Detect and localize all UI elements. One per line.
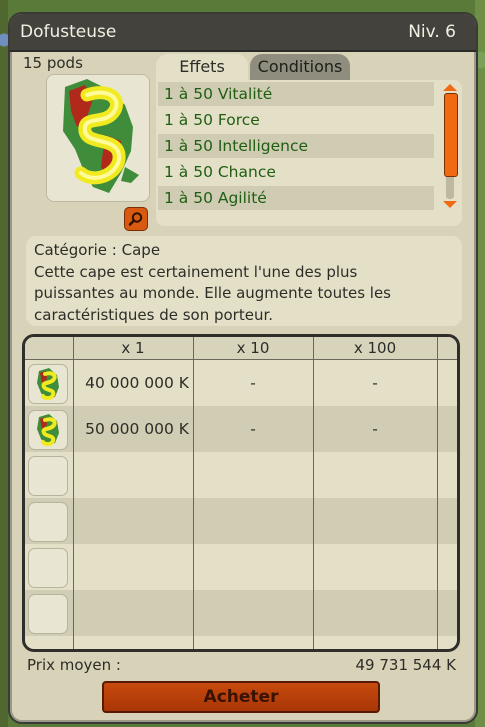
average-price-label: Prix moyen : [27, 656, 121, 674]
average-price-value: 49 731 544 K [355, 656, 457, 674]
item-purchase-window: Dofusteuse Niv. 6 15 pods Effets Conditi… [8, 12, 478, 724]
column-divider [437, 337, 438, 649]
table-row[interactable]: 40 000 000 K - - [25, 360, 457, 406]
empty-slot [28, 502, 68, 542]
table-row[interactable]: 50 000 000 K - - [25, 406, 457, 452]
header-x10: x 10 [236, 339, 270, 357]
header-x100: x 100 [353, 339, 397, 357]
empty-slot [28, 456, 68, 496]
item-category: Catégorie : Cape [34, 241, 161, 259]
price-table-header: x 1 x 10 x 100 [25, 337, 457, 360]
empty-slot [28, 594, 68, 634]
price-x10: - [250, 420, 256, 438]
header-x1: x 1 [121, 339, 145, 357]
effect-force: 1 à 50 Force [164, 111, 260, 129]
price-x1: 40 000 000 K [85, 374, 189, 392]
description-line: caractéristiques de son porteur. [34, 305, 274, 324]
zoom-button[interactable] [124, 207, 148, 231]
price-x100: - [372, 420, 378, 438]
dofusteuse-cape-icon [63, 79, 139, 193]
column-divider [193, 337, 194, 649]
empty-slot [28, 548, 68, 588]
table-row-empty [25, 544, 457, 590]
item-name: Dofusteuse [20, 22, 117, 42]
title-bar[interactable]: Dofusteuse Niv. 6 [10, 14, 476, 52]
scroll-up-icon[interactable] [443, 84, 457, 91]
effects-list: 1 à 50 Vitalité 1 à 50 Force 1 à 50 Inte… [156, 80, 462, 226]
item-level: Niv. 6 [408, 22, 456, 42]
row-item-icon [28, 410, 68, 450]
row-item-icon [28, 364, 68, 404]
item-weight: 15 pods [23, 54, 83, 72]
dofusteuse-cape-icon [37, 368, 59, 401]
tab-effets[interactable]: Effets [156, 54, 248, 80]
effect-agilite: 1 à 50 Agilité [158, 186, 434, 210]
table-row-empty [25, 498, 457, 544]
table-row-empty [25, 590, 457, 636]
buy-button[interactable]: Acheter [102, 681, 380, 713]
effects-scrollbar[interactable] [443, 84, 458, 208]
table-row-empty [25, 452, 457, 498]
price-x1: 50 000 000 K [85, 420, 189, 438]
column-divider [73, 337, 74, 649]
scroll-down-icon[interactable] [443, 201, 457, 208]
price-x100: - [372, 374, 378, 392]
magnifier-icon [128, 212, 143, 226]
effect-intelligence: 1 à 50 Intelligence [158, 134, 434, 158]
price-x10: - [250, 374, 256, 392]
item-description: Catégorie : Cape Cette cape est certaine… [26, 236, 462, 326]
column-divider [313, 337, 314, 649]
item-image-frame [46, 74, 150, 202]
description-line: Cette cape est certainement l'une des pl… [34, 262, 358, 281]
effect-chance: 1 à 50 Chance [164, 163, 276, 181]
price-table: x 1 x 10 x 100 40 000 000 K - - 50 000 0… [22, 334, 460, 652]
description-line: puissantes au monde. Elle augmente toute… [34, 284, 391, 302]
scroll-thumb[interactable] [444, 93, 458, 177]
dofusteuse-cape-icon [37, 414, 59, 447]
tab-conditions[interactable]: Conditions [250, 54, 350, 80]
effect-vitalite: 1 à 50 Vitalité [158, 82, 434, 106]
